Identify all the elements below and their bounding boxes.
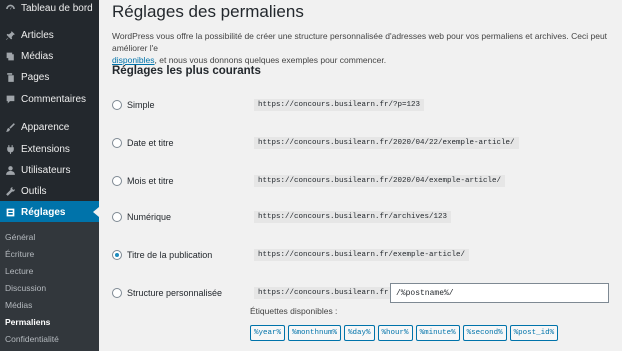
menu-label: Commentaires [21,93,87,105]
brush-icon [0,122,21,133]
menu-label: Tableau de bord [21,2,93,14]
radio-simple[interactable] [112,100,122,110]
menu-label: Réglages [21,206,66,218]
tag-button-day[interactable]: %day% [344,325,375,341]
comment-icon [0,94,21,105]
option-url: https://concours.busilearn.fr/exemple-ar… [254,249,470,261]
menu-item-settings[interactable]: Réglages [0,201,99,223]
media-icon [0,51,21,62]
menu-item-articles[interactable]: Articles [0,24,99,46]
submenu-item-permalinks[interactable]: Permaliens [5,317,50,327]
wrench-icon [0,186,21,197]
menu-label: Apparence [21,121,70,133]
tag-button-hour[interactable]: %hour% [377,325,413,341]
option-url: https://concours.busilearn.fr/2020/04/22… [254,137,519,149]
tags-label: Étiquettes disponibles : [250,306,338,316]
section-title: Réglages les plus courants [112,65,261,77]
radio-custom[interactable] [112,288,122,298]
admin-sidebar: Tableau de bord Articles Médias Pages Co… [0,0,99,351]
page-title: Réglages des permaliens [112,2,304,21]
submenu-item-discussion[interactable]: Discussion [5,283,46,293]
menu-item-users[interactable]: Utilisateurs [0,159,99,181]
menu-label: Outils [21,185,47,197]
submenu-item-reading[interactable]: Lecture [5,266,33,276]
menu-item-plugins[interactable]: Extensions [0,138,99,160]
menu-label: Extensions [21,143,70,155]
plugin-icon [0,144,21,155]
tag-button-year[interactable]: %year% [250,325,286,341]
user-icon [0,165,21,176]
radio-post-name[interactable] [112,250,122,260]
radio-date-title[interactable] [112,138,122,148]
option-label: Titre de la publication [127,250,213,260]
tag-button-minute[interactable]: %minute% [415,325,460,341]
option-row-post-name[interactable]: Titre de la publication https://concours… [112,245,622,265]
menu-item-tools[interactable]: Outils [0,180,99,202]
option-row-date-title[interactable]: Date et titre https://concours.busilearn… [112,133,622,153]
submenu-item-general[interactable]: Général [5,232,35,242]
menu-item-comments[interactable]: Commentaires [0,88,99,110]
option-label: Structure personnalisée [127,288,223,298]
option-url: https://concours.busilearn.fr/?p=123 [254,99,425,111]
intro-link[interactable]: disponibles [112,55,155,65]
settings-submenu: Général Écriture Lecture Discussion Médi… [0,222,99,351]
menu-item-media[interactable]: Médias [0,45,99,67]
option-url: https://concours.busilearn.fr/archives/1… [254,211,452,223]
option-row-month-title[interactable]: Mois et titre https://concours.busilearn… [112,171,622,191]
radio-month-title[interactable] [112,176,122,186]
settings-icon [0,207,21,218]
option-url: https://concours.busilearn.fr [254,287,393,299]
submenu-item-privacy[interactable]: Confidentialité [5,334,59,344]
intro-part: , et nous vous donnons quelques exemples… [154,55,387,65]
page-icon [0,72,21,83]
menu-item-appearance[interactable]: Apparence [0,116,99,138]
option-label: Mois et titre [127,176,174,186]
option-label: Numérique [127,212,172,222]
option-label: Simple [127,100,155,110]
menu-label: Utilisateurs [21,164,71,176]
tag-button-monthnum[interactable]: %monthnum% [288,325,342,341]
option-row-simple[interactable]: Simple https://concours.busilearn.fr/?p=… [112,95,622,115]
tag-button-post-id[interactable]: %post_id% [509,325,559,341]
menu-label: Pages [21,71,50,83]
option-row-numeric[interactable]: Numérique https://concours.busilearn.fr/… [112,207,622,227]
dashboard-icon [0,3,21,14]
custom-structure-input[interactable] [390,283,609,303]
intro-text: WordPress vous offre la possibilité de c… [112,30,622,66]
intro-part: WordPress vous offre la possibilité de c… [112,31,608,53]
submenu-item-writing[interactable]: Écriture [5,249,34,259]
menu-item-pages[interactable]: Pages [0,66,99,88]
option-url: https://concours.busilearn.fr/2020/04/ex… [254,175,506,187]
pin-icon [0,30,21,41]
menu-item-dashboard[interactable]: Tableau de bord [0,0,99,19]
submenu-item-media[interactable]: Médias [5,300,32,310]
menu-label: Médias [21,50,54,62]
radio-numeric[interactable] [112,212,122,222]
tags-list: %year% %monthnum% %day% %hour% %minute% … [250,325,559,341]
tag-button-second[interactable]: %second% [462,325,507,341]
option-label: Date et titre [127,138,174,148]
menu-label: Articles [21,29,54,41]
